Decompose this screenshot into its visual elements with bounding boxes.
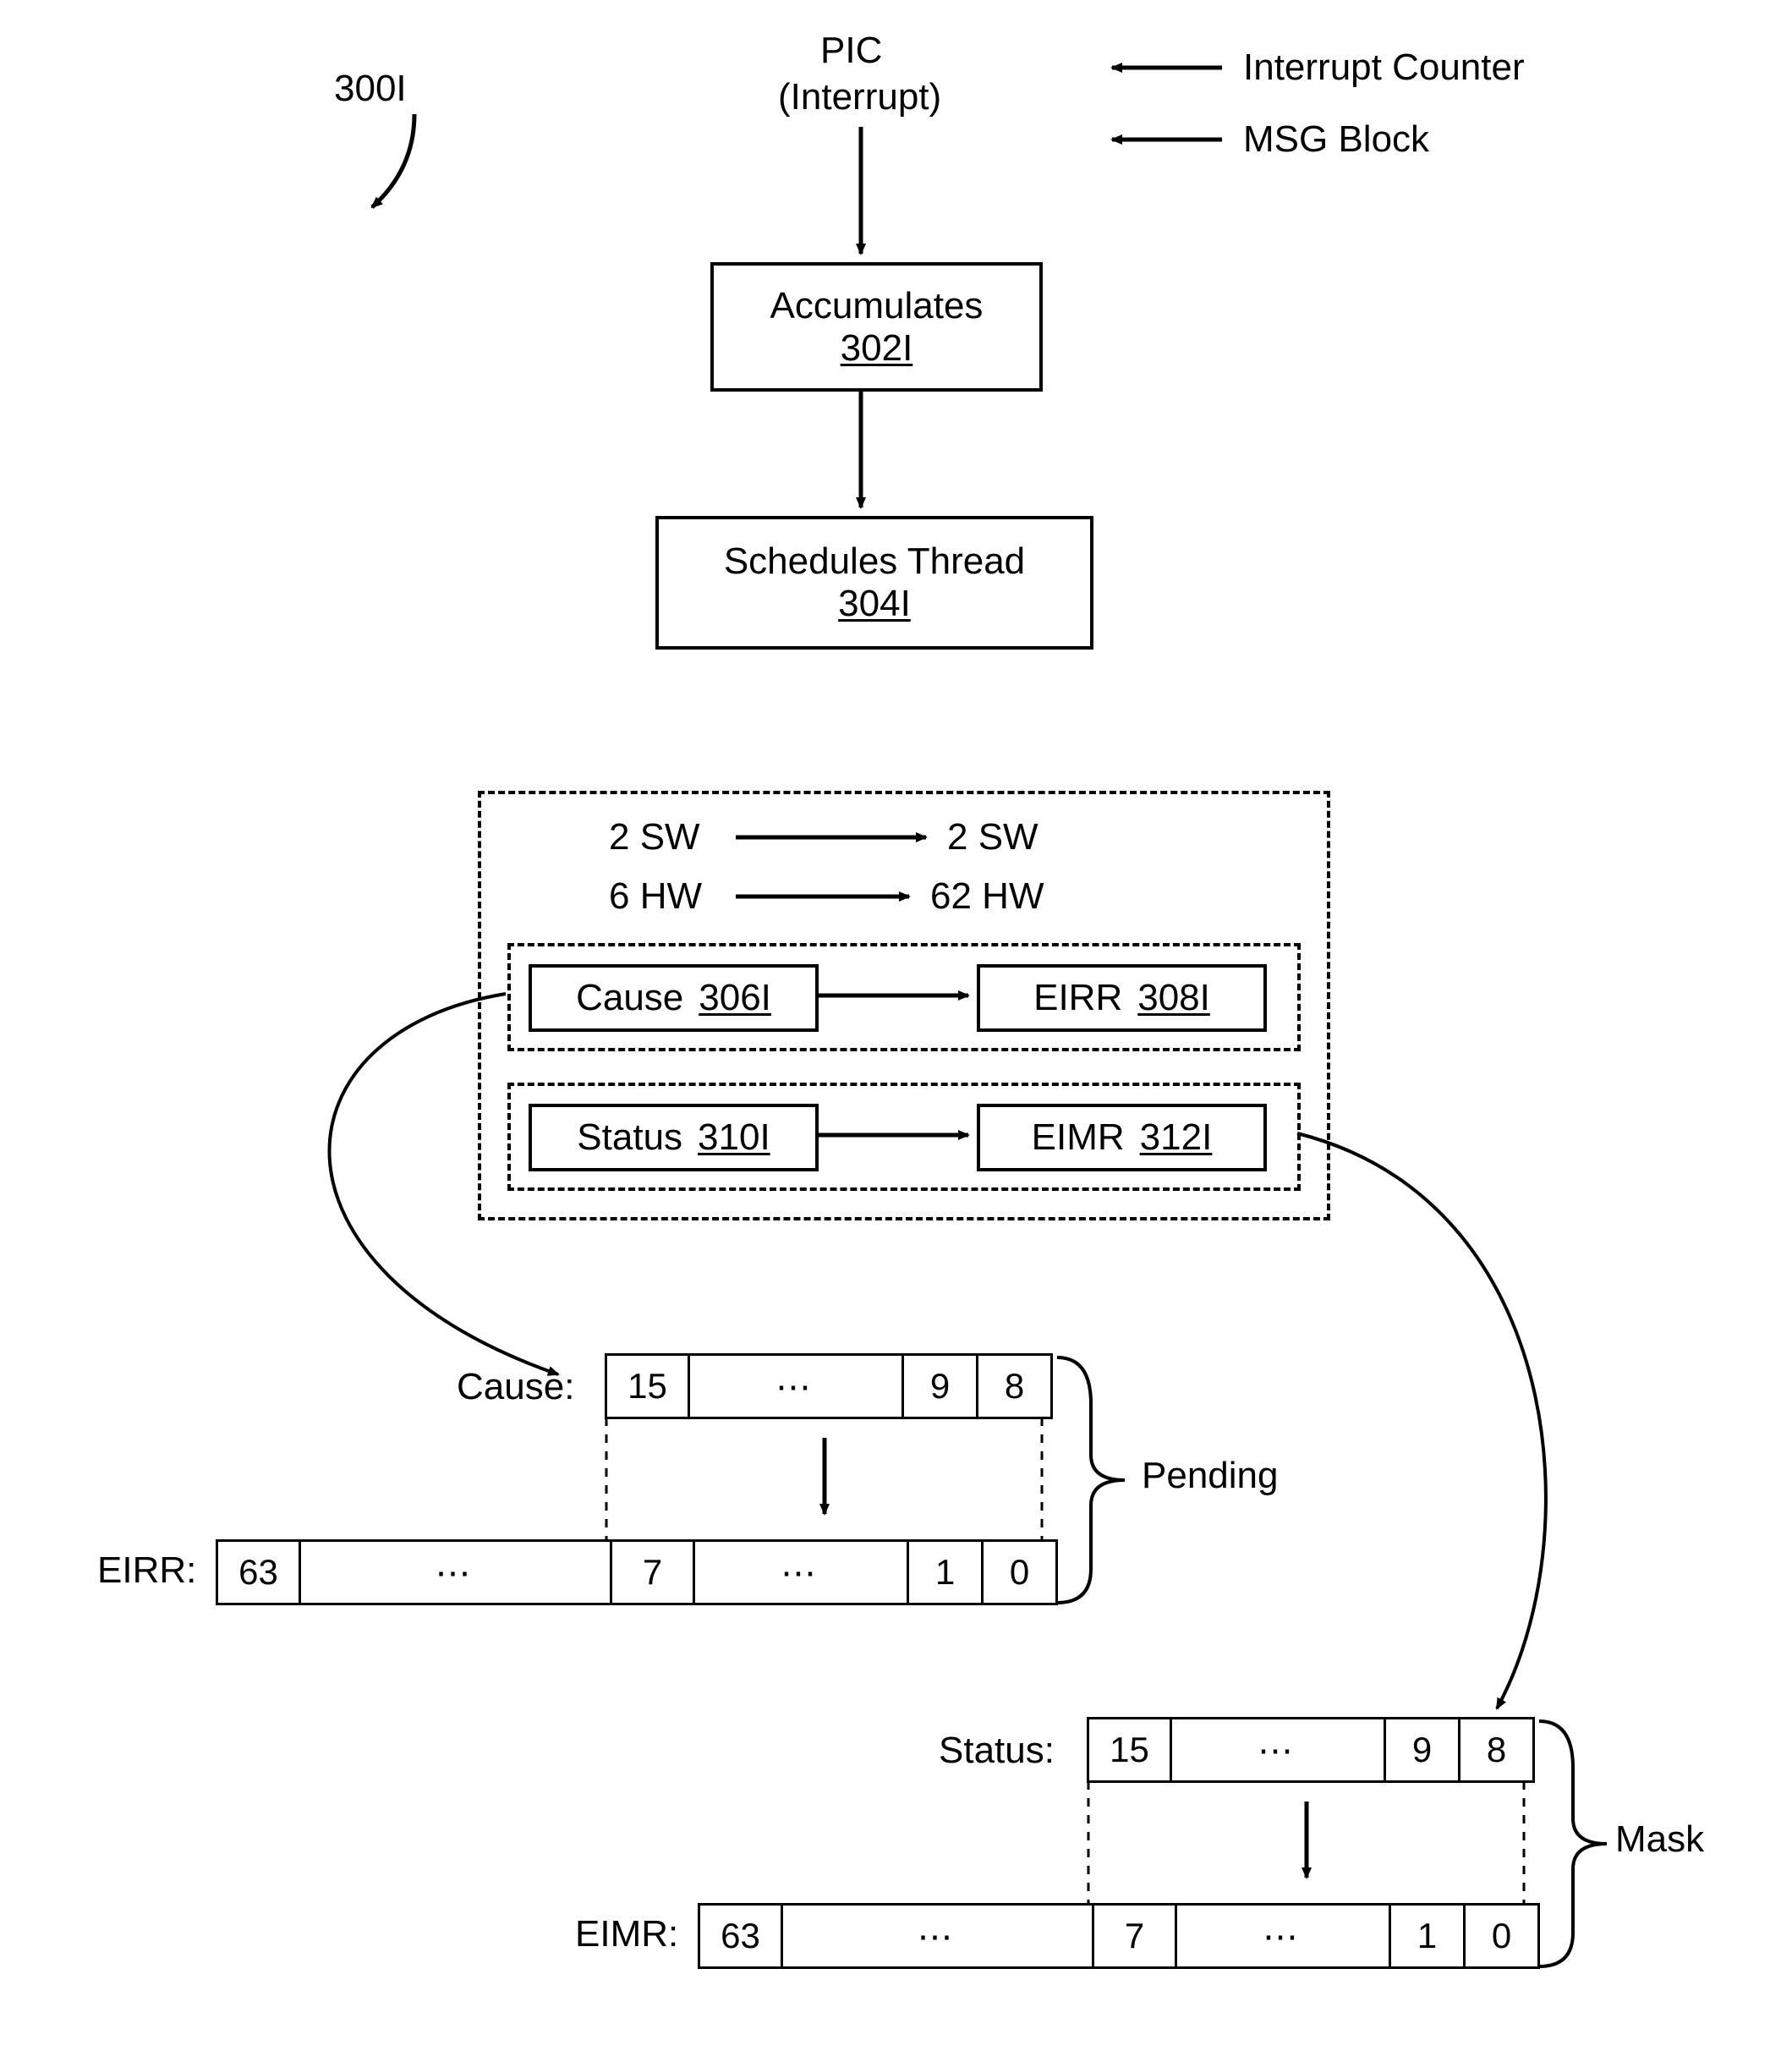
status-ref: 310I [698,1116,770,1159]
cause-ref: 306I [699,977,771,1019]
cause-bit-ellipsis: ⋯ [688,1353,901,1419]
pic-label-line1: PIC [820,30,882,73]
eimr-middle-box: EIMR 312I [977,1104,1267,1171]
eirr-bit-ellipsis2: ⋯ [693,1539,907,1605]
eimr-bits-row: 63 ⋯ 7 ⋯ 1 0 [698,1903,1540,1969]
cause-bits-row: 15 ⋯ 9 8 [605,1353,1053,1419]
cause-bit-9: 9 [901,1353,976,1419]
schedules-ref: 304I [838,583,911,625]
mask-label: Mask [1615,1818,1704,1862]
eimr-bit-63: 63 [698,1903,781,1969]
cause-bit-8: 8 [976,1353,1053,1419]
eirr-middle-label: EIRR [1033,977,1122,1019]
interrupt-counter-label: Interrupt Counter [1243,47,1525,90]
cause-prefix-label: Cause: [457,1366,574,1409]
pic-label-line2: (Interrupt) [778,76,941,119]
pending-label: Pending [1142,1455,1278,1498]
cause-box: Cause 306I [529,964,819,1032]
accumulates-ref: 302I [841,327,913,370]
status-bit-ellipsis: ⋯ [1170,1717,1384,1783]
eimr-bit-ellipsis2: ⋯ [1175,1903,1389,1969]
figure-ref-label: 300I [334,68,407,111]
eirr-bit-1: 1 [907,1539,981,1605]
status-bit-9: 9 [1384,1717,1458,1783]
cause-bit-15: 15 [605,1353,688,1419]
status-label: Status [577,1116,682,1159]
eirr-middle-box: EIRR 308I [977,964,1267,1032]
eimr-bit-1: 1 [1389,1903,1463,1969]
hw-to-label: 62 HW [930,875,1044,919]
sw-from-label: 2 SW [609,816,700,859]
eimr-prefix-label: EIMR: [575,1913,678,1956]
sw-to-label: 2 SW [947,816,1038,859]
eirr-bit-ellipsis1: ⋯ [299,1539,610,1605]
eimr-bit-7: 7 [1092,1903,1175,1969]
hw-from-label: 6 HW [609,875,702,919]
accumulates-box: Accumulates 302I [710,262,1043,392]
eimr-middle-label: EIMR [1032,1116,1125,1159]
status-bit-15: 15 [1087,1717,1170,1783]
eimr-bit-0: 0 [1463,1903,1540,1969]
status-bit-8: 8 [1458,1717,1535,1783]
eirr-bit-7: 7 [610,1539,693,1605]
eirr-bit-0: 0 [981,1539,1058,1605]
schedules-thread-box: Schedules Thread 304I [655,516,1093,650]
eirr-middle-ref: 308I [1137,977,1210,1019]
accumulates-label: Accumulates [770,285,984,327]
status-box: Status 310I [529,1104,819,1171]
status-bits-row: 15 ⋯ 9 8 [1087,1717,1535,1783]
msg-block-label: MSG Block [1243,118,1429,162]
eirr-bits-row: 63 ⋯ 7 ⋯ 1 0 [216,1539,1058,1605]
eimr-bit-ellipsis1: ⋯ [781,1903,1092,1969]
schedules-label: Schedules Thread [724,540,1025,583]
eirr-prefix-label: EIRR: [97,1549,196,1593]
status-prefix-label: Status: [939,1730,1055,1773]
cause-label: Cause [576,977,683,1019]
eirr-bit-63: 63 [216,1539,299,1605]
diagram-canvas: 300I PIC (Interrupt) Interrupt Counter M… [0,0,1792,2062]
eimr-middle-ref: 312I [1140,1116,1213,1159]
